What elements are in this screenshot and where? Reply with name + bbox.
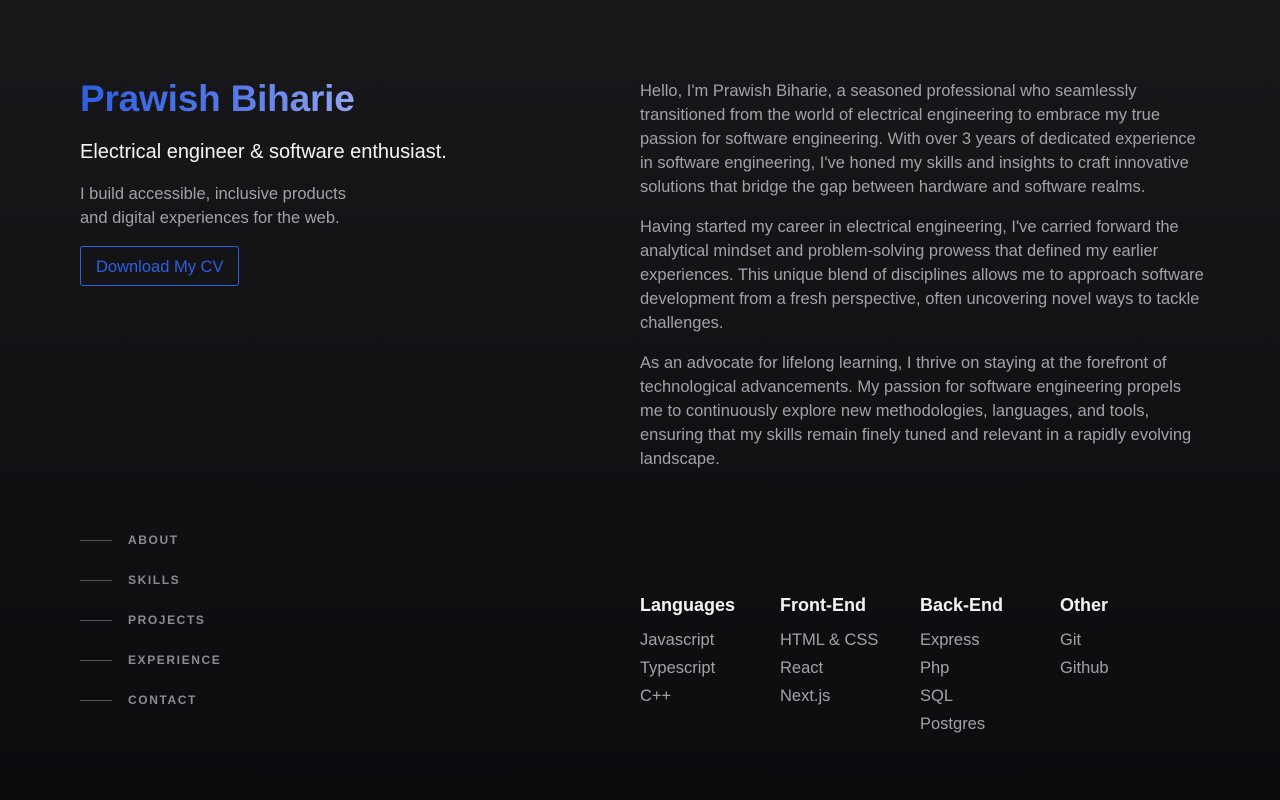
nav-label: EXPERIENCE bbox=[128, 653, 222, 667]
nav-item-skills[interactable]: SKILLS bbox=[80, 568, 221, 592]
about-paragraph: As an advocate for lifelong learning, I … bbox=[640, 354, 1192, 468]
skill-item: React bbox=[780, 659, 824, 677]
skill-item: Typescript bbox=[640, 659, 716, 677]
section-nav: ABOUT SKILLS PROJECTS EXPERIENCE CONTACT bbox=[80, 528, 221, 728]
skill-item: C++ bbox=[640, 687, 672, 705]
hero-section: Prawish Biharie Electrical engineer & so… bbox=[80, 76, 560, 286]
skill-item: Github bbox=[1060, 659, 1109, 677]
skill-category-title: Front-End bbox=[780, 595, 866, 615]
nav-label: SKILLS bbox=[128, 573, 181, 587]
nav-item-experience[interactable]: EXPERIENCE bbox=[80, 648, 221, 672]
nav-indicator-line bbox=[80, 539, 112, 541]
skill-list: Git Github bbox=[1060, 626, 1200, 682]
skill-category-title: Languages bbox=[640, 595, 736, 615]
intro-line-1: I build accessible, inclusive products bbox=[80, 185, 346, 203]
nav-indicator-line bbox=[80, 699, 112, 701]
nav-label: PROJECTS bbox=[128, 613, 206, 627]
tagline: Electrical engineer & software enthusias… bbox=[80, 141, 447, 163]
about-text: Hello, I'm Prawish Biharie, a seasoned p… bbox=[640, 79, 1205, 471]
intro-text: I build accessible, inclusive products a… bbox=[80, 182, 390, 230]
skill-list: HTML & CSS React Next.js bbox=[780, 626, 920, 710]
about-paragraph: Having started my career in electrical e… bbox=[640, 218, 1204, 332]
skill-category-back-end: Back-End Express Php SQL Postgres bbox=[920, 592, 1060, 738]
about-section: Hello, I'm Prawish Biharie, a seasoned p… bbox=[640, 79, 1205, 487]
skill-category-other: Other Git Github bbox=[1060, 592, 1200, 738]
skill-category-title: Back-End bbox=[920, 595, 1004, 615]
skill-item: SQL bbox=[920, 687, 954, 705]
skill-item: Php bbox=[920, 659, 950, 677]
skill-list: Javascript Typescript C++ bbox=[640, 626, 780, 710]
skills-section: Languages Javascript Typescript C++ Fron… bbox=[640, 592, 1200, 738]
nav-item-projects[interactable]: PROJECTS bbox=[80, 608, 221, 632]
nav-indicator-line bbox=[80, 619, 112, 621]
skill-category-languages: Languages Javascript Typescript C++ bbox=[640, 592, 780, 738]
skill-item: Javascript bbox=[640, 631, 715, 649]
nav-indicator-line bbox=[80, 659, 112, 661]
nav-item-contact[interactable]: CONTACT bbox=[80, 688, 221, 712]
skill-item: Next.js bbox=[780, 687, 831, 705]
skill-item: Postgres bbox=[920, 715, 986, 733]
about-paragraph: Hello, I'm Prawish Biharie, a seasoned p… bbox=[640, 82, 1196, 196]
skill-category-front-end: Front-End HTML & CSS React Next.js bbox=[780, 592, 920, 738]
page-title: Prawish Biharie bbox=[80, 76, 355, 122]
nav-label: CONTACT bbox=[128, 693, 197, 707]
download-cv-button[interactable]: Download My CV bbox=[80, 246, 240, 286]
skill-list: Express Php SQL Postgres bbox=[920, 626, 1060, 738]
skill-category-title: Other bbox=[1060, 595, 1109, 615]
skill-item: Git bbox=[1060, 631, 1082, 649]
skill-item: Express bbox=[920, 631, 980, 649]
nav-item-about[interactable]: ABOUT bbox=[80, 528, 221, 552]
intro-line-2: and digital experiences for the web. bbox=[80, 209, 340, 227]
skill-item: HTML & CSS bbox=[780, 631, 879, 649]
nav-indicator-line bbox=[80, 579, 112, 581]
nav-label: ABOUT bbox=[128, 533, 179, 547]
